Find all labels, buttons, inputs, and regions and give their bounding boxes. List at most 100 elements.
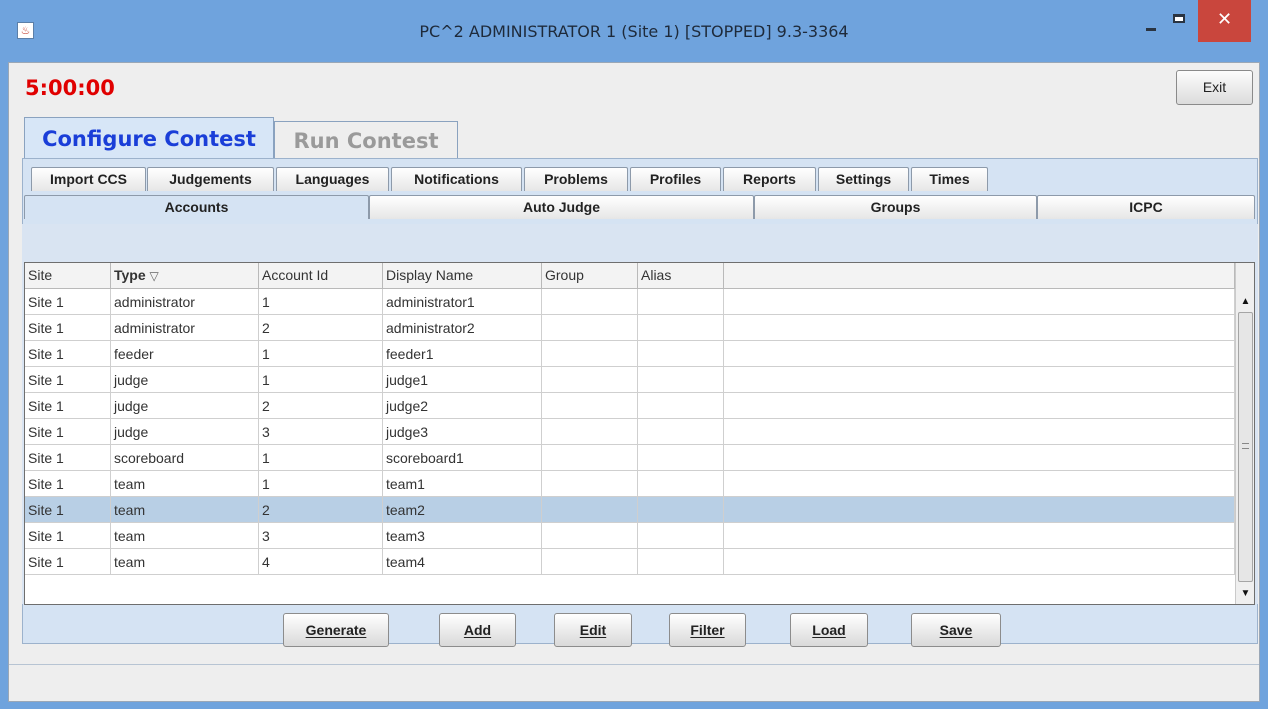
tab-label: Groups xyxy=(870,199,921,215)
tab-notifications[interactable]: Notifications xyxy=(391,167,522,191)
table-cell: 2 xyxy=(259,315,383,341)
table-cell xyxy=(542,341,638,367)
table-row[interactable]: Site 1 team 4 team4 xyxy=(25,549,1235,575)
tab-profiles[interactable]: Profiles xyxy=(630,167,721,191)
tab-label: Auto Judge xyxy=(523,199,600,215)
table-cell: 1 xyxy=(259,341,383,367)
table-cell: administrator xyxy=(111,315,259,341)
table-row[interactable]: Site 1 judge 3 judge3 xyxy=(25,419,1235,445)
load-button[interactable]: Load xyxy=(790,613,868,647)
tab-run-contest[interactable]: Run Contest xyxy=(274,121,458,159)
table-cell: Site 1 xyxy=(25,523,111,549)
tab-accounts[interactable]: Accounts xyxy=(24,195,369,219)
accounts-table[interactable]: Site Type ▽ Account Id Display Name Grou… xyxy=(24,262,1255,605)
table-cell: team3 xyxy=(383,523,542,549)
close-icon: ✕ xyxy=(1216,9,1233,30)
table-cell xyxy=(542,445,638,471)
tab-icpc[interactable]: ICPC xyxy=(1037,195,1255,219)
tab-import-ccs[interactable]: Import CCS xyxy=(31,167,146,191)
edit-button[interactable]: Edit xyxy=(554,613,632,647)
table-header: Site Type ▽ Account Id Display Name Grou… xyxy=(25,263,1235,289)
table-cell xyxy=(542,419,638,445)
table-cell xyxy=(724,523,1235,549)
table-cell: 4 xyxy=(259,549,383,575)
table-cell: 3 xyxy=(259,419,383,445)
column-header-blank[interactable] xyxy=(724,263,1235,288)
table-cell xyxy=(638,445,724,471)
table-row[interactable]: Site 1 feeder 1 feeder1 xyxy=(25,341,1235,367)
exit-button[interactable]: Exit xyxy=(1176,70,1253,105)
add-button[interactable]: Add xyxy=(439,613,516,647)
column-header-account-id[interactable]: Account Id xyxy=(259,263,383,288)
tab-label: Notifications xyxy=(414,171,499,187)
table-cell xyxy=(542,471,638,497)
column-header-group[interactable]: Group xyxy=(542,263,638,288)
scroll-up-icon[interactable]: ▲ xyxy=(1237,293,1254,310)
tab-label: Import CCS xyxy=(50,171,127,187)
table-cell xyxy=(638,419,724,445)
tab-label: Languages xyxy=(295,171,370,187)
contest-clock: 5:00:00 xyxy=(25,76,115,100)
column-label: Account Id xyxy=(262,267,329,283)
tab-groups[interactable]: Groups xyxy=(754,195,1037,219)
tab-auto-judge[interactable]: Auto Judge xyxy=(369,195,754,219)
column-header-alias[interactable]: Alias xyxy=(638,263,724,288)
table-row[interactable]: Site 1 administrator 2 administrator2 xyxy=(25,315,1235,341)
scroll-down-icon[interactable]: ▼ xyxy=(1237,585,1254,602)
tab-configure-contest[interactable]: Configure Contest xyxy=(24,117,274,159)
table-row[interactable]: Site 1 team 2 team2 xyxy=(25,497,1235,523)
table-cell xyxy=(638,289,724,315)
tab-problems[interactable]: Problems xyxy=(524,167,628,191)
table-cell: team4 xyxy=(383,549,542,575)
table-cell: Site 1 xyxy=(25,289,111,315)
tab-times[interactable]: Times xyxy=(911,167,988,191)
table-row[interactable]: Site 1 scoreboard 1 scoreboard1 xyxy=(25,445,1235,471)
table-row[interactable]: Site 1 team 1 team1 xyxy=(25,471,1235,497)
vertical-scrollbar[interactable]: ▲ ▼ xyxy=(1235,263,1254,604)
table-cell xyxy=(724,341,1235,367)
table-cell xyxy=(638,523,724,549)
table-cell: judge3 xyxy=(383,419,542,445)
maximize-button[interactable] xyxy=(1165,0,1192,43)
status-bar xyxy=(9,664,1259,701)
tab-reports[interactable]: Reports xyxy=(723,167,816,191)
tab-label: Reports xyxy=(743,171,796,187)
table-cell: team xyxy=(111,549,259,575)
table-cell xyxy=(724,289,1235,315)
table-row[interactable]: Site 1 team 3 team3 xyxy=(25,523,1235,549)
table-row[interactable]: Site 1 judge 1 judge1 xyxy=(25,367,1235,393)
table-cell: team2 xyxy=(383,497,542,523)
table-cell xyxy=(638,341,724,367)
tab-settings[interactable]: Settings xyxy=(818,167,909,191)
save-button[interactable]: Save xyxy=(911,613,1001,647)
table-cell: Site 1 xyxy=(25,367,111,393)
tab-judgements[interactable]: Judgements xyxy=(147,167,274,191)
table-cell xyxy=(542,367,638,393)
close-button[interactable]: ✕ xyxy=(1198,0,1251,42)
title-bar[interactable]: ♨ PC^2 ADMINISTRATOR 1 (Site 1) [STOPPED… xyxy=(0,0,1268,62)
table-row[interactable]: Site 1 administrator 1 administrator1 xyxy=(25,289,1235,315)
column-header-site[interactable]: Site xyxy=(25,263,111,288)
generate-button[interactable]: Generate xyxy=(283,613,389,647)
minimize-button[interactable] xyxy=(1136,0,1165,43)
table-cell: administrator xyxy=(111,289,259,315)
filter-button[interactable]: Filter xyxy=(669,613,746,647)
tab-label: Accounts xyxy=(164,199,229,215)
window-title: PC^2 ADMINISTRATOR 1 (Site 1) [STOPPED] … xyxy=(419,22,849,41)
table-cell: team xyxy=(111,523,259,549)
column-header-display-name[interactable]: Display Name xyxy=(383,263,542,288)
table-cell: team xyxy=(111,497,259,523)
table-cell: judge xyxy=(111,367,259,393)
column-header-type[interactable]: Type ▽ xyxy=(111,263,259,288)
tab-languages[interactable]: Languages xyxy=(276,167,389,191)
button-label: Save xyxy=(939,622,973,638)
column-label: Group xyxy=(545,267,584,283)
table-cell xyxy=(724,445,1235,471)
table-cell: scoreboard xyxy=(111,445,259,471)
table-cell xyxy=(724,315,1235,341)
column-label: Alias xyxy=(641,267,672,283)
scroll-thumb[interactable] xyxy=(1238,312,1253,582)
table-cell xyxy=(542,289,638,315)
table-row[interactable]: Site 1 judge 2 judge2 xyxy=(25,393,1235,419)
table-cell: judge2 xyxy=(383,393,542,419)
